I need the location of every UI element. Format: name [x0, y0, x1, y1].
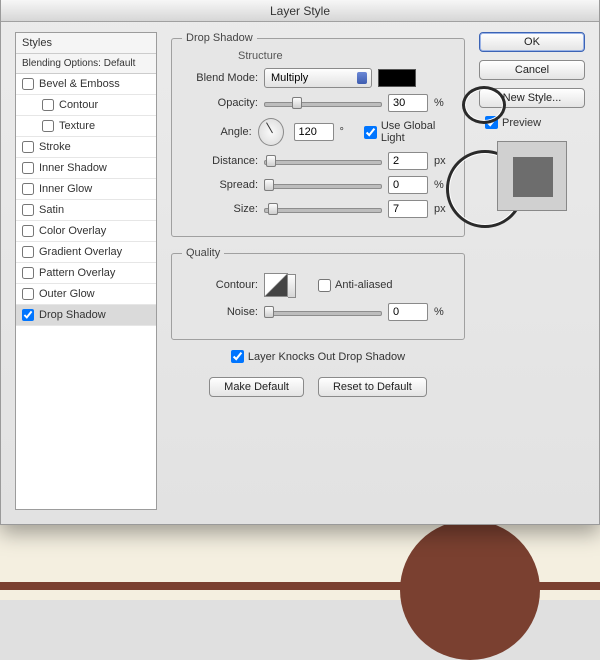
angle-dial[interactable]: [258, 118, 284, 146]
knockout-checkbox[interactable]: Layer Knocks Out Drop Shadow: [169, 350, 467, 363]
noise-input[interactable]: [388, 303, 428, 321]
antialiased-input[interactable]: [318, 279, 331, 292]
distance-label: Distance:: [182, 155, 258, 167]
distance-slider[interactable]: [264, 154, 382, 168]
distance-input[interactable]: [388, 152, 428, 170]
new-style-button[interactable]: New Style...: [479, 88, 585, 108]
quality-fieldset: Quality Contour: Anti-aliased Noise: %: [171, 247, 465, 340]
style-checkbox[interactable]: [22, 246, 34, 258]
style-checkbox[interactable]: [22, 225, 34, 237]
drop-shadow-fieldset: Drop Shadow Structure Blend Mode: Multip…: [171, 32, 465, 237]
quality-heading: Quality: [182, 247, 224, 259]
styles-panel: Styles Blending Options: Default Bevel &…: [15, 32, 157, 510]
style-checkbox[interactable]: [22, 141, 34, 153]
style-row-gradient-overlay[interactable]: Gradient Overlay: [16, 242, 156, 263]
size-label: Size:: [182, 203, 258, 215]
contour-picker[interactable]: [264, 273, 288, 297]
style-label: Bevel & Emboss: [39, 78, 120, 90]
style-checkbox[interactable]: [22, 267, 34, 279]
style-label: Satin: [39, 204, 64, 216]
style-row-contour[interactable]: Contour: [16, 95, 156, 116]
preview-swatch: [497, 141, 567, 211]
style-row-satin[interactable]: Satin: [16, 200, 156, 221]
style-row-outer-glow[interactable]: Outer Glow: [16, 284, 156, 305]
styles-header[interactable]: Styles: [16, 33, 156, 54]
style-checkbox[interactable]: [22, 309, 34, 321]
style-label: Pattern Overlay: [39, 267, 115, 279]
style-checkbox[interactable]: [22, 78, 34, 90]
style-label: Inner Glow: [39, 183, 92, 195]
angle-unit: °: [340, 126, 358, 138]
distance-unit: px: [434, 155, 454, 167]
opacity-unit: %: [434, 97, 454, 109]
style-row-drop-shadow[interactable]: Drop Shadow: [16, 305, 156, 326]
style-label: Inner Shadow: [39, 162, 107, 174]
use-global-light-input[interactable]: [364, 126, 377, 139]
spread-label: Spread:: [182, 179, 258, 191]
noise-slider[interactable]: [264, 305, 382, 319]
dialog-actions: OK Cancel New Style... Preview: [479, 32, 585, 510]
style-label: Contour: [59, 99, 98, 111]
style-row-color-overlay[interactable]: Color Overlay: [16, 221, 156, 242]
style-row-inner-shadow[interactable]: Inner Shadow: [16, 158, 156, 179]
noise-unit: %: [434, 306, 454, 318]
style-checkbox[interactable]: [22, 162, 34, 174]
angle-input[interactable]: [294, 123, 334, 141]
style-row-bevel-emboss[interactable]: Bevel & Emboss: [16, 74, 156, 95]
style-label: Outer Glow: [39, 288, 95, 300]
style-label: Texture: [59, 120, 95, 132]
effect-settings: Drop Shadow Structure Blend Mode: Multip…: [169, 32, 467, 510]
style-checkbox[interactable]: [42, 120, 54, 132]
artwork-circle: [400, 520, 540, 660]
noise-label: Noise:: [182, 306, 258, 318]
style-row-stroke[interactable]: Stroke: [16, 137, 156, 158]
opacity-input[interactable]: [388, 94, 428, 112]
style-row-inner-glow[interactable]: Inner Glow: [16, 179, 156, 200]
spread-slider[interactable]: [264, 178, 382, 192]
dialog-title: Layer Style: [1, 0, 599, 22]
style-label: Stroke: [39, 141, 71, 153]
style-checkbox[interactable]: [22, 183, 34, 195]
style-label: Color Overlay: [39, 225, 106, 237]
layer-style-dialog: Layer Style Styles Blending Options: Def…: [0, 0, 600, 525]
spread-unit: %: [434, 179, 454, 191]
cancel-button[interactable]: Cancel: [479, 60, 585, 80]
opacity-label: Opacity:: [182, 97, 258, 109]
drop-shadow-heading: Drop Shadow: [182, 32, 257, 44]
style-label: Drop Shadow: [39, 309, 106, 321]
blending-options-row[interactable]: Blending Options: Default: [16, 54, 156, 74]
style-checkbox[interactable]: [22, 204, 34, 216]
structure-heading: Structure: [238, 50, 454, 62]
shadow-color-swatch[interactable]: [378, 69, 416, 87]
preview-checkbox[interactable]: Preview: [485, 116, 585, 129]
knockout-input[interactable]: [231, 350, 244, 363]
ok-button[interactable]: OK: [479, 32, 585, 52]
angle-label: Angle:: [182, 126, 252, 138]
style-row-texture[interactable]: Texture: [16, 116, 156, 137]
spread-input[interactable]: [388, 176, 428, 194]
style-checkbox[interactable]: [22, 288, 34, 300]
blend-mode-label: Blend Mode:: [182, 72, 258, 84]
opacity-slider[interactable]: [264, 96, 382, 110]
size-slider[interactable]: [264, 202, 382, 216]
style-row-pattern-overlay[interactable]: Pattern Overlay: [16, 263, 156, 284]
size-unit: px: [434, 203, 454, 215]
antialiased-checkbox[interactable]: Anti-aliased: [318, 279, 392, 292]
blend-mode-select[interactable]: Multiply: [264, 68, 372, 88]
style-label: Gradient Overlay: [39, 246, 122, 258]
style-checkbox[interactable]: [42, 99, 54, 111]
reset-default-button[interactable]: Reset to Default: [318, 377, 427, 397]
contour-label: Contour:: [182, 279, 258, 291]
size-input[interactable]: [388, 200, 428, 218]
make-default-button[interactable]: Make Default: [209, 377, 304, 397]
preview-input[interactable]: [485, 116, 498, 129]
use-global-light-checkbox[interactable]: Use Global Light: [364, 120, 454, 144]
